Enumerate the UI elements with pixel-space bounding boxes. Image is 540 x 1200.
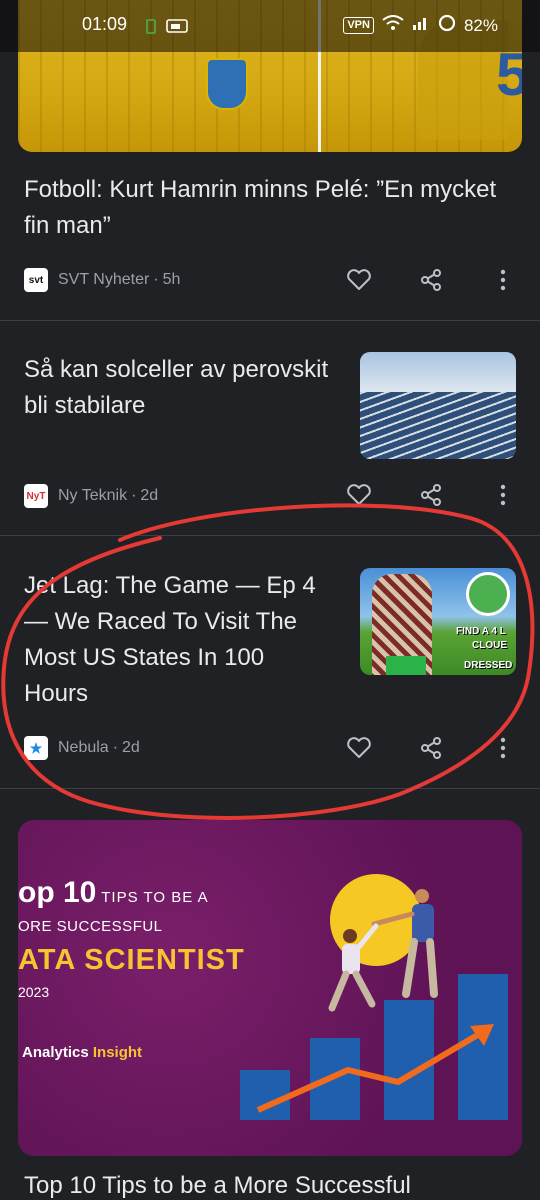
article-1-source-row: svt SVT Nyheter · 5h [24,268,180,292]
share-icon[interactable] [417,266,445,294]
more-options-icon[interactable] [489,266,517,294]
status-bar: 01:09 VPN 82% [0,0,540,52]
status-time: 01:09 [82,14,128,34]
battery-saver-icon [146,18,156,39]
battery-percent: 82% [463,15,498,35]
battery-ring-icon [438,14,456,37]
analytics-insight-brand: Analytics Insight [22,1044,143,1061]
like-heart-icon[interactable] [345,266,373,294]
growth-arrow-icon [256,1024,494,1113]
vpn-badge: VPN [343,17,374,34]
climbing-people-illustration [328,889,438,1012]
article-1-title[interactable]: Fotboll: Kurt Hamrin minns Pelé: ”En myc… [24,172,524,244]
divider [0,320,540,321]
article-1-age: 5h [162,271,181,288]
article-2-title[interactable]: Så kan solceller av perovskit bli stabil… [24,352,334,424]
swedish-crest-icon [206,58,248,110]
svt-logo: svt [24,268,48,292]
feature-article-title[interactable]: Top 10 Tips to be a More Successful [24,1172,411,1200]
feature-article-image[interactable]: op 10 TIPS TO BE A ORE SUCCESSFUL ATA SC… [18,820,522,1156]
cast-icon [166,18,188,39]
wifi-icon [382,15,404,36]
signal-icon [412,15,430,36]
article-1-source[interactable]: SVT Nyheter [58,271,149,289]
red-annotation-circle [1,503,535,820]
article-2-image[interactable] [360,352,516,459]
